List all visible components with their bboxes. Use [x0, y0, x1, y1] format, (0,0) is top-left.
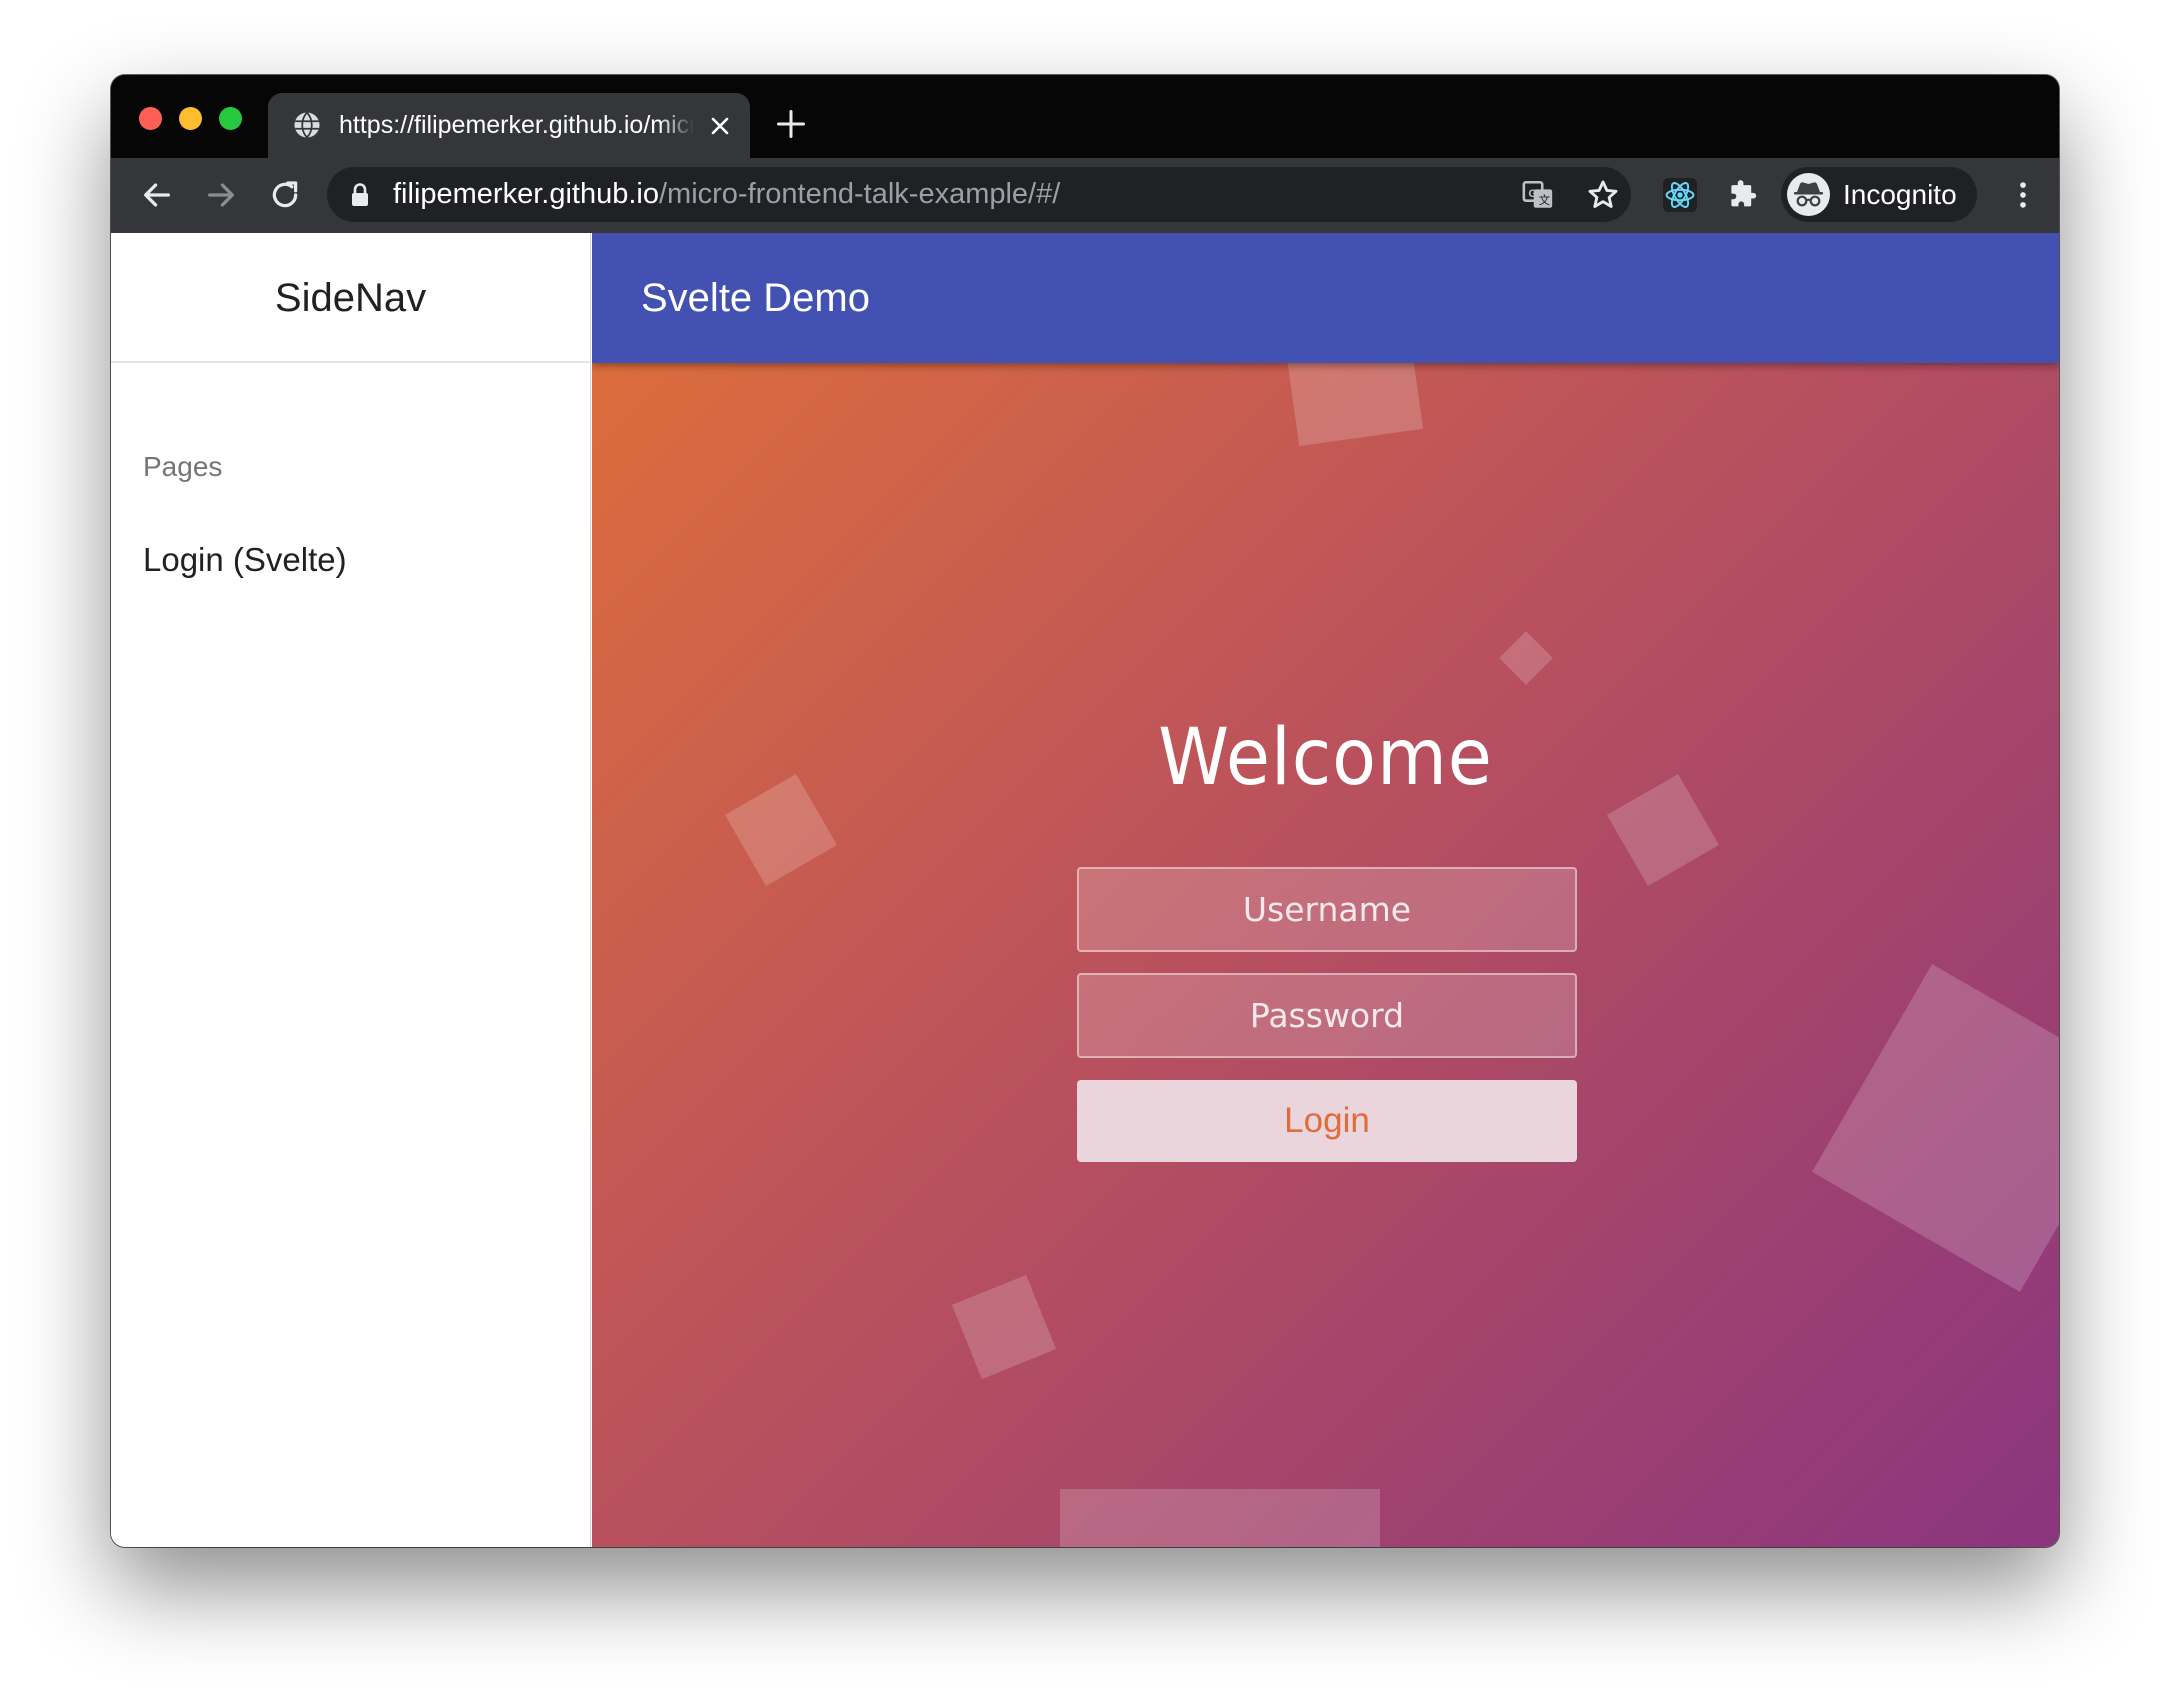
- sidenav-item-login-svelte[interactable]: Login (Svelte): [143, 541, 347, 579]
- tab-strip: https://filipemerker.github.io/micro-fro…: [111, 75, 2059, 158]
- address-bar[interactable]: filipemerker.github.io/micro-frontend-ta…: [327, 167, 1631, 222]
- lock-icon[interactable]: [349, 182, 371, 208]
- browser-tab[interactable]: https://filipemerker.github.io/micro-fro…: [268, 93, 750, 158]
- incognito-profile-button[interactable]: Incognito: [1781, 167, 1977, 222]
- app-bar-title: Svelte Demo: [641, 276, 870, 320]
- password-field[interactable]: [1077, 973, 1577, 1058]
- sidenav: SideNav Pages Login (Svelte): [111, 233, 591, 1547]
- username-field[interactable]: [1077, 867, 1577, 952]
- sidenav-title: SideNav: [111, 233, 590, 363]
- new-tab-plus-icon[interactable]: [776, 109, 806, 139]
- star-icon[interactable]: [1586, 178, 1620, 212]
- translate-icon[interactable]: G 文: [1521, 178, 1555, 212]
- reload-icon[interactable]: [268, 178, 302, 212]
- page-viewport: SideNav Pages Login (Svelte) Svelte Demo…: [111, 233, 2059, 1547]
- login-button[interactable]: Login: [1077, 1080, 1577, 1162]
- svg-text:G: G: [1528, 188, 1537, 200]
- incognito-label: Incognito: [1843, 179, 1957, 210]
- browser-toolbar: filipemerker.github.io/micro-frontend-ta…: [111, 158, 2059, 233]
- browser-window: https://filipemerker.github.io/micro-fro…: [111, 75, 2059, 1547]
- url-host: filipemerker.github.io: [393, 178, 659, 210]
- url-path: /micro-frontend-talk-example/#/: [658, 178, 1061, 210]
- kebab-menu-icon[interactable]: [2006, 178, 2040, 212]
- extensions-puzzle-icon[interactable]: [1725, 178, 1759, 212]
- window-zoom-button[interactable]: [219, 107, 242, 130]
- forward-arrow-icon[interactable]: [204, 178, 238, 212]
- close-icon[interactable]: [708, 114, 732, 138]
- incognito-avatar: [1787, 173, 1830, 216]
- tab-title: https://filipemerker.github.io/micro-fro…: [339, 111, 694, 139]
- welcome-heading: Welcome: [1158, 713, 1493, 803]
- login-form: Welcome Login: [592, 233, 2059, 1547]
- react-devtools-icon[interactable]: [1663, 178, 1697, 212]
- window-minimize-button[interactable]: [179, 107, 202, 130]
- back-arrow-icon[interactable]: [140, 178, 174, 212]
- main-content: Svelte Demo Welcome Login: [592, 233, 2059, 1547]
- app-bar: Svelte Demo: [592, 233, 2059, 363]
- globe-icon: [294, 111, 320, 139]
- svg-text:文: 文: [1539, 193, 1550, 207]
- window-close-button[interactable]: [139, 107, 162, 130]
- url-text[interactable]: filipemerker.github.io/micro-frontend-ta…: [393, 167, 1060, 222]
- incognito-icon: [1794, 182, 1823, 207]
- sidenav-section-label: Pages: [143, 451, 223, 482]
